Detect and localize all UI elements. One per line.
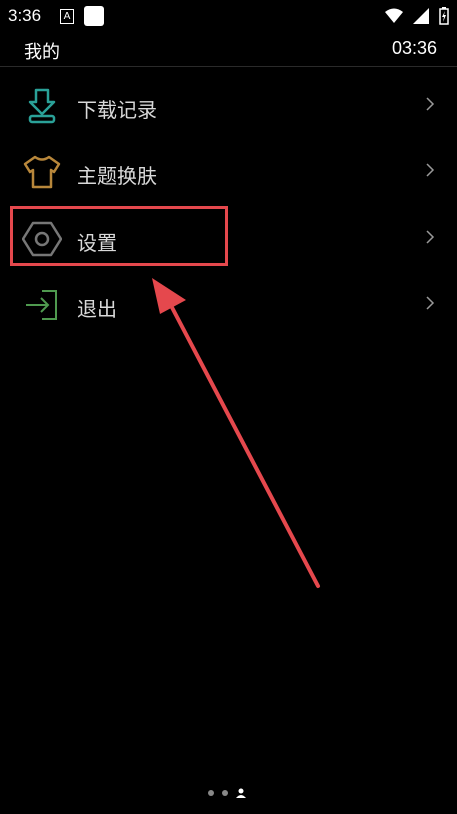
battery-icon (439, 7, 449, 25)
chevron-right-icon (426, 97, 435, 111)
status-icons (385, 6, 449, 26)
wifi-icon (385, 8, 403, 23)
menu-item-label: 主题换肤 (77, 164, 157, 188)
logout-icon (26, 290, 57, 320)
download-icon (28, 88, 56, 124)
chevron-right-icon (426, 296, 435, 310)
chevron-right-icon (426, 230, 435, 244)
page-title: 我的 (24, 42, 60, 63)
menu-item-label: 下载记录 (77, 98, 157, 122)
menu-item-theme-skin[interactable]: 主题换肤 (0, 138, 457, 204)
tshirt-icon (23, 155, 61, 189)
page-dot (222, 790, 228, 796)
menu-item-label: 退出 (77, 297, 117, 321)
app-header: 我的 03:36 (0, 32, 457, 67)
page-dot (208, 790, 214, 796)
header-clock: 03:36 (391, 38, 437, 58)
notification-icon (84, 6, 104, 26)
chevron-right-icon (426, 163, 435, 177)
status-time: 3:36 (8, 6, 42, 25)
page-indicator (208, 788, 246, 798)
settings-highlight-box (10, 206, 228, 266)
a-notification-icon: A (60, 9, 74, 24)
menu-item-download-history[interactable]: 下载记录 (0, 72, 457, 138)
menu-item-logout[interactable]: 退出 (0, 271, 457, 337)
signal-icon (413, 8, 429, 24)
status-bar: 3:36 A (0, 0, 457, 32)
user-page-icon (236, 788, 246, 798)
